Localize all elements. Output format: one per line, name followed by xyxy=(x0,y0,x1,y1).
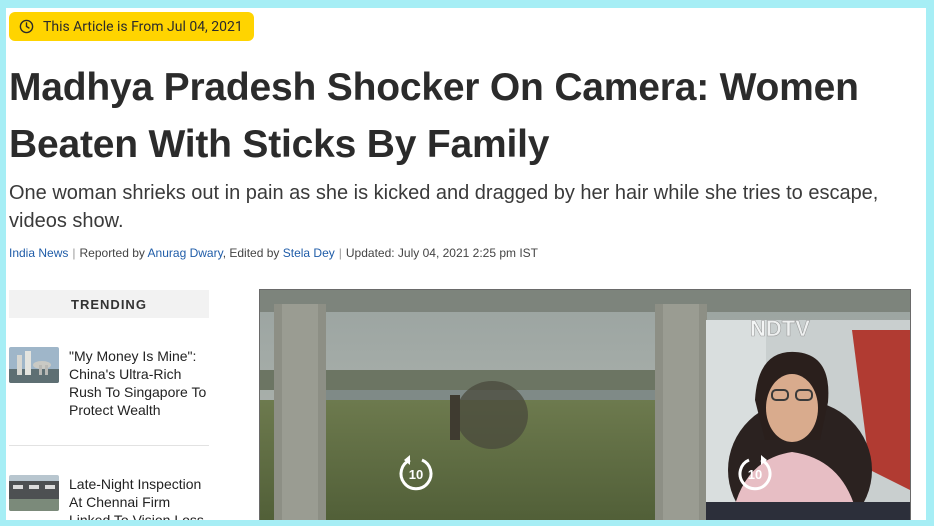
video-player[interactable]: NDTV 10 10 xyxy=(259,289,911,520)
article-date-text: This Article is From Jul 04, 2021 xyxy=(43,18,243,35)
editor-link[interactable]: Stela Dey xyxy=(283,246,335,260)
edited-by-label: , Edited by xyxy=(222,246,280,260)
article-headline: Madhya Pradesh Shocker On Camera: Women … xyxy=(9,66,859,166)
clock-icon xyxy=(19,19,34,34)
trending-item-title[interactable]: Late-Night Inspection At Chennai Firm Li… xyxy=(69,475,209,520)
trending-heading: TRENDING xyxy=(9,290,209,318)
section-link[interactable]: India News xyxy=(9,246,68,260)
trending-thumbnail[interactable] xyxy=(9,347,59,383)
article-summary: One woman shrieks out in pain as she is … xyxy=(9,182,879,232)
updated-timestamp: Updated: July 04, 2021 2:25 pm IST xyxy=(345,246,539,260)
byline-separator: | xyxy=(338,246,342,260)
forward-10-button[interactable]: 10 xyxy=(735,454,775,494)
trending-item-title[interactable]: "My Money Is Mine": China's Ultra-Rich R… xyxy=(69,347,209,419)
rewind-seconds-label: 10 xyxy=(409,467,423,482)
byline-separator: | xyxy=(72,246,76,260)
reporter-link[interactable]: Anurag Dwary xyxy=(148,246,223,260)
trending-thumbnail[interactable] xyxy=(9,475,59,511)
article-byline: India News | Reported by Anurag Dwary, Edi… xyxy=(9,246,538,260)
ndtv-watermark: NDTV xyxy=(750,316,810,341)
rewind-icon: 10 xyxy=(399,455,433,491)
article-page: This Article is From Jul 04, 2021 Madhya… xyxy=(6,8,926,520)
article-date-badge: This Article is From Jul 04, 2021 xyxy=(9,12,254,41)
video-frame: NDTV xyxy=(260,290,910,520)
rewind-10-button[interactable]: 10 xyxy=(396,454,436,494)
forward-seconds-label: 10 xyxy=(748,467,762,482)
trending-divider xyxy=(9,445,209,446)
reported-by-label: Reported by xyxy=(79,246,145,260)
forward-icon: 10 xyxy=(738,455,772,491)
